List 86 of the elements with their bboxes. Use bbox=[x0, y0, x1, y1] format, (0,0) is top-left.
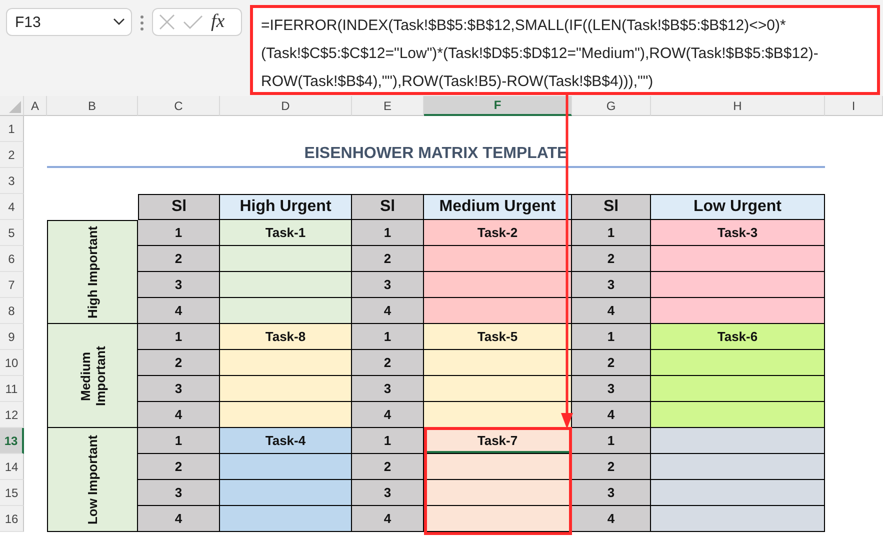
header-cell: High Urgent bbox=[220, 194, 352, 220]
serial-cell: 2 bbox=[572, 350, 651, 376]
row-header[interactable]: 10 bbox=[0, 350, 24, 376]
serial-cell: 3 bbox=[138, 376, 220, 402]
serial-cell: 4 bbox=[572, 506, 651, 532]
header-cell: Sl bbox=[352, 194, 424, 220]
serial-cell: 3 bbox=[352, 376, 424, 402]
serial-cell: 4 bbox=[138, 402, 220, 428]
column-header[interactable]: C bbox=[138, 96, 220, 116]
serial-cell: 1 bbox=[572, 324, 651, 350]
serial-cell: 1 bbox=[352, 324, 424, 350]
cancel-icon[interactable] bbox=[159, 14, 175, 30]
serial-cell: 1 bbox=[572, 428, 651, 454]
insert-function-button[interactable]: fx bbox=[211, 11, 225, 33]
task-cell: Task-3 bbox=[651, 220, 825, 246]
column-header[interactable]: H bbox=[651, 96, 825, 116]
serial-cell: 3 bbox=[572, 480, 651, 506]
column-header[interactable]: E bbox=[352, 96, 424, 116]
row-header[interactable]: 2 bbox=[0, 142, 24, 168]
serial-cell: 2 bbox=[138, 246, 220, 272]
header-cell: Medium Urgent bbox=[424, 194, 572, 220]
serial-cell: 2 bbox=[352, 350, 424, 376]
group-label: Low Important bbox=[85, 434, 100, 524]
formula-field[interactable]: =IFERROR(INDEX(Task!$B$5:$B$12,SMALL(IF((LEN(Task!$B$5:$B$12)<>0)*(Task!$C$5:$C$12="Low")*(Task!$D$5:$D$12="Medium"),ROW(Task!$B$5:$B$12)-ROW(Task!$B$4),""),ROW(Task!B5)-ROW(Task!$B$4))),"") bbox=[250, 5, 880, 95]
serial-cell: 2 bbox=[138, 454, 220, 480]
serial-cell: 1 bbox=[352, 220, 424, 246]
row-header[interactable]: 14 bbox=[0, 454, 24, 480]
serial-cell: 3 bbox=[138, 272, 220, 298]
row-header[interactable]: 8 bbox=[0, 298, 24, 324]
column-header[interactable]: A bbox=[24, 96, 47, 116]
row-header[interactable]: 16 bbox=[0, 506, 24, 532]
row-header[interactable]: 4 bbox=[0, 194, 24, 220]
row-header[interactable]: 3 bbox=[0, 168, 24, 194]
row-header[interactable]: 13 bbox=[0, 428, 24, 454]
chevron-icon bbox=[113, 18, 125, 26]
more-icon[interactable] bbox=[140, 15, 144, 31]
task-cell: Task-5 bbox=[424, 324, 572, 350]
header-cell: Low Urgent bbox=[651, 194, 825, 220]
serial-cell: 3 bbox=[572, 272, 651, 298]
row-header[interactable]: 6 bbox=[0, 246, 24, 272]
triangle-icon bbox=[9, 101, 21, 113]
serial-cell: 4 bbox=[352, 506, 424, 532]
serial-cell: 1 bbox=[352, 428, 424, 454]
serial-cell: 4 bbox=[572, 402, 651, 428]
serial-cell: 2 bbox=[572, 246, 651, 272]
row-header[interactable]: 11 bbox=[0, 376, 24, 402]
serial-cell: 3 bbox=[572, 376, 651, 402]
row-header[interactable]: 7 bbox=[0, 272, 24, 298]
serial-cell: 3 bbox=[352, 272, 424, 298]
serial-cell: 3 bbox=[352, 480, 424, 506]
row-header[interactable]: 1 bbox=[0, 116, 24, 142]
task-cell: Task-4 bbox=[220, 428, 352, 454]
serial-cell: 4 bbox=[352, 298, 424, 324]
row-header[interactable]: 5 bbox=[0, 220, 24, 246]
column-header[interactable]: G bbox=[572, 96, 651, 116]
serial-cell: 2 bbox=[352, 454, 424, 480]
task-cell: Task-1 bbox=[220, 220, 352, 246]
row-header[interactable]: 15 bbox=[0, 480, 24, 506]
column-header[interactable]: D bbox=[220, 96, 352, 116]
serial-cell: 1 bbox=[572, 220, 651, 246]
row-header[interactable]: 12 bbox=[0, 402, 24, 428]
serial-cell: 4 bbox=[352, 402, 424, 428]
header-cell: Sl bbox=[572, 194, 651, 220]
serial-cell: 3 bbox=[138, 480, 220, 506]
serial-cell: 1 bbox=[138, 324, 220, 350]
column-header[interactable]: I bbox=[825, 96, 883, 116]
serial-cell: 1 bbox=[138, 428, 220, 454]
serial-cell: 4 bbox=[138, 298, 220, 324]
name-box[interactable]: F13 bbox=[6, 8, 132, 36]
serial-cell: 1 bbox=[138, 220, 220, 246]
serial-cell: 2 bbox=[572, 454, 651, 480]
group-label: Medium Important bbox=[78, 344, 108, 408]
task-cell: Task-2 bbox=[424, 220, 572, 246]
serial-cell: 4 bbox=[572, 298, 651, 324]
group-label: High Important bbox=[85, 226, 100, 318]
serial-cell: 2 bbox=[138, 350, 220, 376]
task-cell: Task-8 bbox=[220, 324, 352, 350]
check-icon[interactable] bbox=[183, 15, 203, 29]
header-cell: Sl bbox=[138, 194, 220, 220]
column-header[interactable]: F bbox=[424, 96, 572, 116]
serial-cell: 4 bbox=[138, 506, 220, 532]
column-header[interactable]: B bbox=[47, 96, 138, 116]
select-all-corner[interactable] bbox=[0, 96, 24, 116]
serial-cell: 2 bbox=[352, 246, 424, 272]
row-header[interactable]: 9 bbox=[0, 324, 24, 350]
task-cell: Task-6 bbox=[651, 324, 825, 350]
